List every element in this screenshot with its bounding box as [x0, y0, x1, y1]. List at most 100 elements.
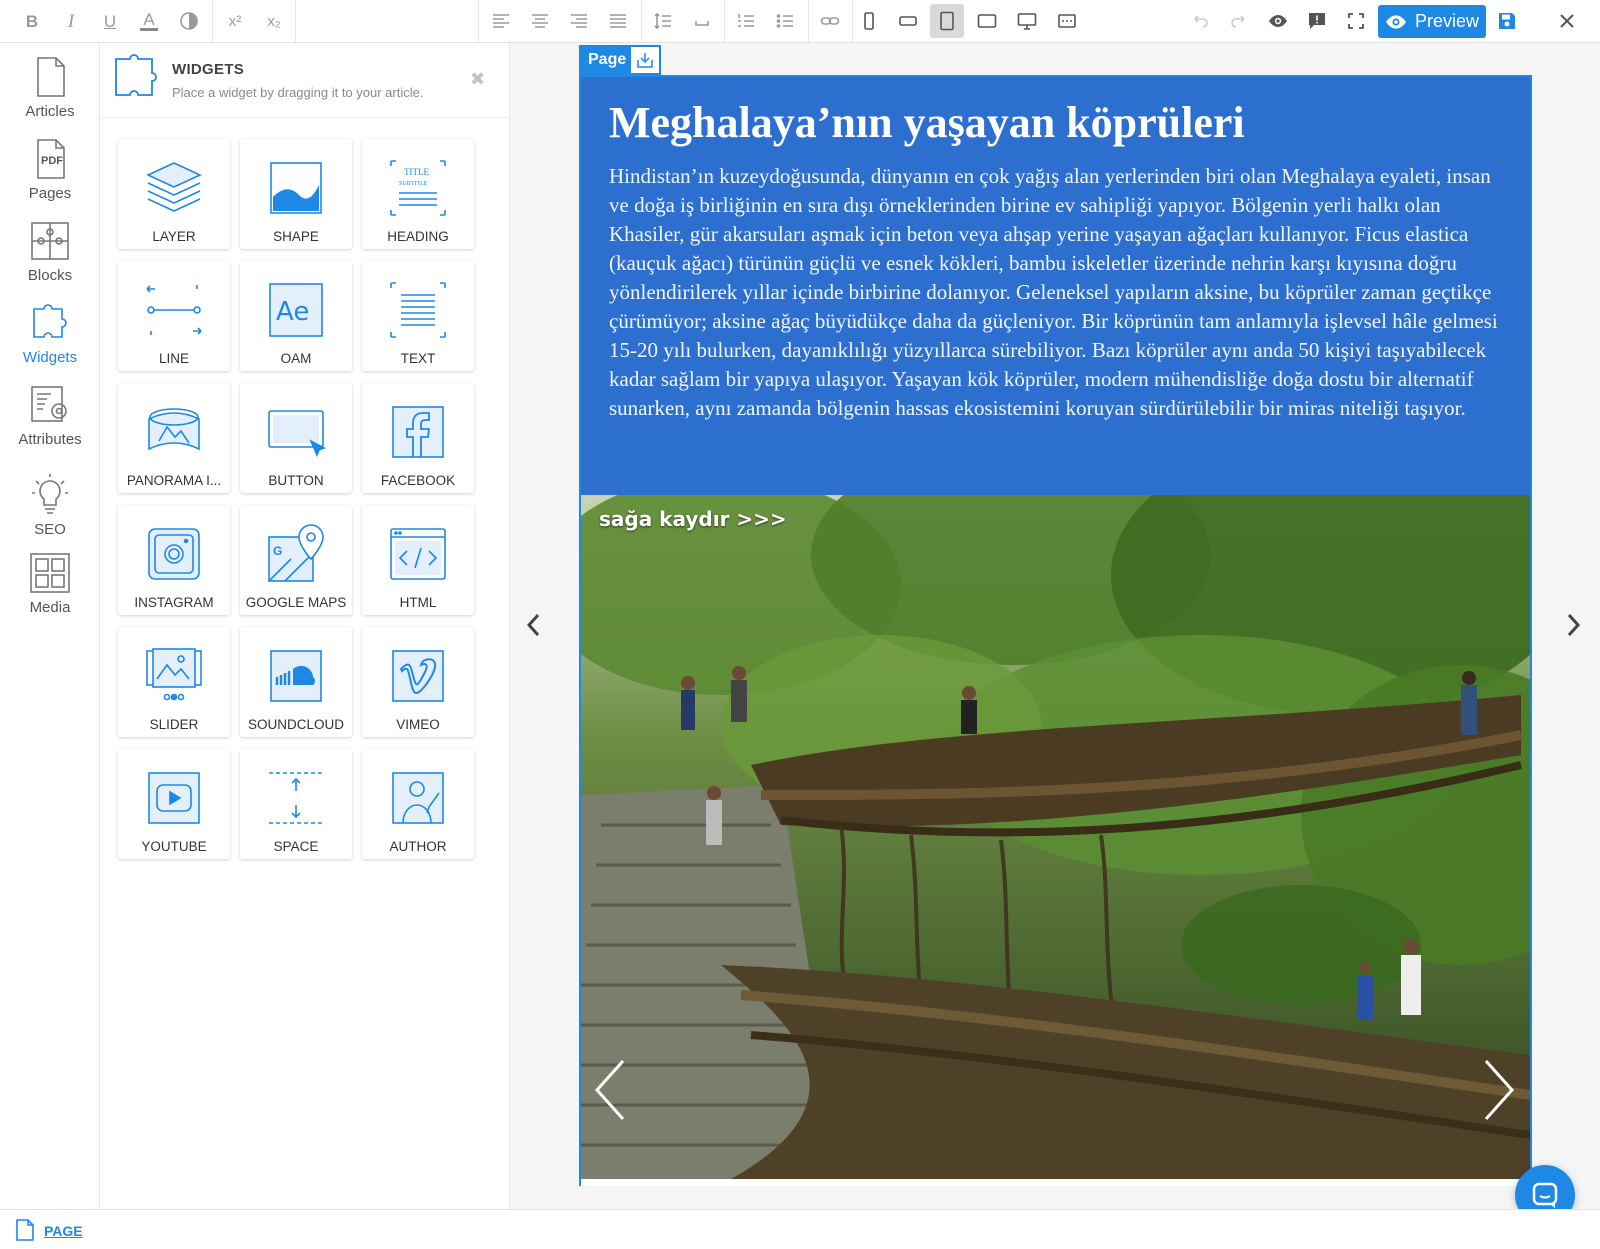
widget-tile-label: SHAPE: [273, 229, 319, 244]
align-justify-icon[interactable]: [601, 4, 635, 38]
facebook-icon: [392, 406, 444, 458]
widget-tile-label: SPACE: [273, 839, 319, 854]
widget-tile-label: YOUTUBE: [141, 839, 207, 854]
line-height-icon[interactable]: [646, 4, 680, 38]
rail-item-label: Attributes: [18, 431, 82, 448]
preview-button[interactable]: Preview: [1378, 5, 1486, 38]
heading-icon: TITLE SUBTITLE: [390, 160, 446, 216]
rail-item-widgets[interactable]: Widgets: [0, 301, 100, 366]
widget-tile-label: TEXT: [400, 351, 436, 366]
ordered-list-icon[interactable]: [729, 4, 763, 38]
mobile-landscape-icon[interactable]: [891, 4, 925, 38]
widget-tile-shape[interactable]: SHAPE: [240, 139, 352, 249]
align-center-icon[interactable]: [523, 4, 557, 38]
layers-icon: [146, 162, 202, 212]
page-tab[interactable]: Page: [579, 45, 661, 75]
bold-icon[interactable]: B: [15, 4, 49, 38]
text-color-icon[interactable]: A: [132, 4, 166, 38]
mobile-portrait-icon[interactable]: [852, 4, 886, 38]
align-left-icon[interactable]: [484, 4, 518, 38]
widget-tile-heading[interactable]: TITLE SUBTITLE HEADING: [362, 139, 474, 249]
toolbar-divider: [808, 0, 809, 43]
widget-tile-google-maps[interactable]: G GOOGLE MAPS: [240, 505, 352, 615]
widget-tile-oam[interactable]: Ae OAM: [240, 261, 352, 371]
rail-item-pages[interactable]: PDF Pages: [0, 137, 100, 202]
rail-item-label: Articles: [25, 103, 75, 120]
article-headline[interactable]: Meghalaya’nın yaşayan köprüleri: [609, 97, 1502, 149]
headline-block[interactable]: Meghalaya’nın yaşayan köprüleri Hindista…: [581, 77, 1530, 495]
attributes-gear-icon: [31, 386, 67, 422]
widget-puzzle-icon: [115, 54, 157, 96]
superscript-icon[interactable]: x²: [218, 4, 252, 38]
widget-tile-button[interactable]: BUTTON: [240, 383, 352, 493]
desktop-icon[interactable]: [1010, 4, 1044, 38]
undo-icon[interactable]: [1183, 4, 1217, 38]
rail-item-media[interactable]: Media: [0, 551, 100, 616]
tablet-portrait-icon[interactable]: [930, 4, 964, 38]
link-icon[interactable]: [813, 4, 847, 38]
widget-tile-panorama[interactable]: PANORAMA I...: [118, 383, 230, 493]
prev-page-arrow[interactable]: [521, 610, 545, 640]
oam-icon: Ae: [269, 283, 323, 337]
underline-icon[interactable]: U: [93, 4, 127, 38]
widget-tile-space[interactable]: SPACE: [240, 749, 352, 859]
rail-item-label: Blocks: [27, 267, 73, 284]
widget-tile-text[interactable]: TEXT: [362, 261, 474, 371]
rail-item-blocks[interactable]: Blocks: [0, 219, 100, 284]
unordered-list-icon[interactable]: [768, 4, 802, 38]
tablet-landscape-icon[interactable]: [970, 4, 1004, 38]
slider-prev-icon[interactable]: [591, 1055, 631, 1125]
next-page-arrow[interactable]: [1562, 610, 1586, 640]
widget-tile-facebook[interactable]: FACEBOOK: [362, 383, 474, 493]
feedback-icon[interactable]: [1300, 4, 1334, 38]
svg-text:SUBTITLE: SUBTITLE: [399, 181, 428, 187]
redo-icon[interactable]: [1222, 4, 1256, 38]
subscript-icon[interactable]: x₂: [257, 4, 291, 38]
rail-item-label: Pages: [28, 185, 72, 202]
slider-next-icon[interactable]: [1478, 1055, 1518, 1125]
toolbar-divider: [212, 0, 213, 43]
line-icon: [146, 285, 202, 335]
widget-tile-label: SLIDER: [149, 717, 199, 732]
document-icon: [37, 57, 65, 97]
rail-item-attributes[interactable]: Attributes: [0, 383, 100, 448]
article-page[interactable]: Meghalaya’nın yaşayan köprüleri Hindista…: [579, 75, 1532, 1186]
widget-tile-html[interactable]: HTML: [362, 505, 474, 615]
html-code-icon: [390, 528, 446, 580]
widget-tile-vimeo[interactable]: VIMEO: [362, 627, 474, 737]
background-color-icon[interactable]: [172, 4, 206, 38]
image-slider[interactable]: sağa kaydır >>>: [581, 495, 1530, 1179]
page-breadcrumb-link[interactable]: PAGE: [44, 1223, 83, 1239]
widget-tile-label: OAM: [280, 351, 312, 366]
widget-tile-slider[interactable]: SLIDER: [118, 627, 230, 737]
rail-item-articles[interactable]: Articles: [0, 55, 100, 120]
letter-spacing-icon[interactable]: [685, 4, 719, 38]
custom-device-icon[interactable]: [1050, 4, 1084, 38]
close-icon[interactable]: ✖: [470, 69, 485, 90]
panorama-icon: [148, 408, 200, 451]
widget-tile-layer[interactable]: LAYER: [118, 139, 230, 249]
widget-tile-instagram[interactable]: INSTAGRAM: [118, 505, 230, 615]
align-right-icon[interactable]: [562, 4, 596, 38]
top-toolbar: B I U A x² x₂ Preview: [0, 0, 1600, 43]
close-icon[interactable]: [1550, 4, 1584, 38]
article-body-text[interactable]: Hindistan’ın kuzeydoğusunda, dünyanın en…: [609, 162, 1502, 423]
widget-tile-author[interactable]: AUTHOR: [362, 749, 474, 859]
widget-tile-line[interactable]: LINE: [118, 261, 230, 371]
widget-tile-youtube[interactable]: YOUTUBE: [118, 749, 230, 859]
widgets-panel-subtitle: Place a widget by dragging it to your ar…: [172, 85, 424, 100]
widget-tile-soundcloud[interactable]: SOUNDCLOUD: [240, 627, 352, 737]
save-icon[interactable]: [1490, 4, 1524, 38]
left-nav-rail: Articles PDF Pages Blocks Widgets Attrib…: [0, 43, 100, 1209]
soundcloud-icon: [270, 650, 322, 702]
toolbar-divider: [724, 0, 725, 43]
widget-tile-label: HEADING: [387, 229, 449, 244]
button-icon: [268, 410, 326, 458]
fullscreen-icon[interactable]: [1339, 4, 1373, 38]
eye-icon[interactable]: [1261, 4, 1295, 38]
toolbar-divider: [295, 0, 296, 43]
italic-icon[interactable]: I: [54, 4, 88, 38]
widget-tile-label: PANORAMA I...: [126, 473, 222, 488]
page-settings-icon[interactable]: [629, 45, 661, 75]
rail-item-seo[interactable]: SEO: [0, 473, 100, 538]
